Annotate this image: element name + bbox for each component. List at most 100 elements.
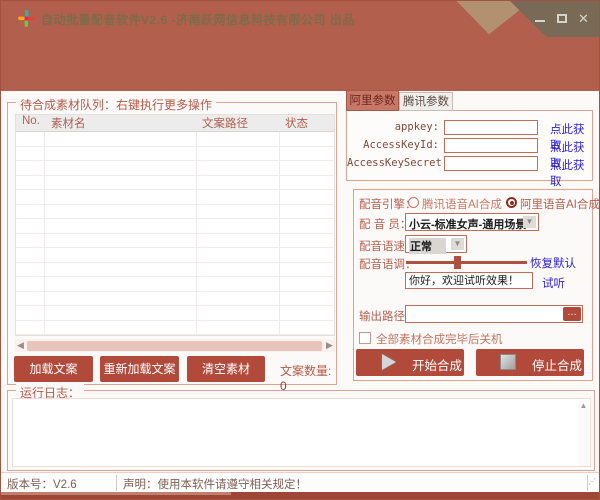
speed-select[interactable]: 正常 ▼ xyxy=(405,235,467,254)
table-row[interactable] xyxy=(16,262,334,277)
appkey-input[interactable] xyxy=(444,120,538,135)
log-scrollbar[interactable]: ▲ xyxy=(578,400,589,466)
pitch-slider-handle[interactable] xyxy=(454,256,461,269)
table-horizontal-scrollbar[interactable]: ◀ ▶ xyxy=(15,339,335,352)
start-synthesis-button[interactable]: 开始合成 xyxy=(356,349,464,376)
app-window: 自动批量配音软件V2.6 -济南跃网信息科技有限公司 出品 ✕ 待合成素材队列：… xyxy=(0,0,600,500)
material-queue-group: 待合成素材队列：右键执行更多操作 No. 素材名 文案路径 状态 ◀ ▶ 加载文… xyxy=(7,96,337,393)
table-cell xyxy=(197,233,280,247)
table-cell xyxy=(45,277,197,291)
preview-play-link[interactable]: 试听 xyxy=(542,275,565,291)
table-cell xyxy=(16,306,45,320)
tab-ali-params[interactable]: 阿里参数 xyxy=(346,90,399,111)
table-cell xyxy=(16,248,45,262)
title-bar[interactable]: 自动批量配音软件V2.6 -济南跃网信息科技有限公司 出品 ✕ xyxy=(1,1,599,91)
table-cell xyxy=(45,291,197,305)
resize-grip[interactable]: ⋰ xyxy=(588,477,597,486)
table-row[interactable] xyxy=(16,190,334,205)
table-row[interactable] xyxy=(16,248,334,263)
start-synthesis-label: 开始合成 xyxy=(412,359,463,373)
shutdown-checkbox-label[interactable]: 全部素材合成完毕后关机 xyxy=(376,331,503,347)
table-row[interactable] xyxy=(16,219,334,234)
table-cell xyxy=(280,306,334,320)
table-cell xyxy=(16,320,45,334)
table-cell xyxy=(280,248,334,262)
table-cell xyxy=(45,219,197,233)
table-cell xyxy=(45,146,197,160)
accesskeysecret-input[interactable] xyxy=(444,156,538,171)
accesskeysecret-get-link[interactable]: 点此获取 xyxy=(550,157,592,189)
table-cell xyxy=(16,233,45,247)
accesskeyid-input[interactable] xyxy=(444,138,538,153)
table-row[interactable] xyxy=(16,277,334,292)
table-row[interactable] xyxy=(16,146,334,161)
table-cell xyxy=(280,234,334,248)
pitch-reset-link[interactable]: 恢复默认 xyxy=(530,255,576,271)
scrollbar-thumb[interactable] xyxy=(27,340,322,351)
table-cell xyxy=(197,320,280,334)
stop-icon xyxy=(500,354,516,370)
table-cell xyxy=(45,262,197,276)
chevron-down-icon[interactable]: ▼ xyxy=(523,216,536,228)
table-cell xyxy=(16,219,45,233)
scroll-left-icon[interactable]: ◀ xyxy=(15,339,26,352)
scroll-right-icon[interactable]: ▶ xyxy=(324,339,335,352)
table-cell xyxy=(45,248,197,262)
status-bar: 版本号：V2.6 声明：使用本软件请遵守相关规定！ xyxy=(1,472,599,492)
table-cell xyxy=(45,161,197,175)
load-copy-button[interactable]: 加载文案 xyxy=(14,356,93,382)
table-cell xyxy=(16,175,45,189)
minimize-icon xyxy=(535,20,545,22)
table-cell xyxy=(45,175,197,189)
minimize-button[interactable] xyxy=(534,12,547,25)
notice-label: 声明：使用本软件请遵守相关规定！ xyxy=(123,479,307,491)
table-row[interactable] xyxy=(16,175,334,190)
copy-count: 文案数量: 0 xyxy=(280,362,336,393)
close-button[interactable]: ✕ xyxy=(578,12,591,25)
col-header-path: 文案路径 xyxy=(197,115,280,131)
tab-tencent-params[interactable]: 腾讯参数 xyxy=(399,92,453,111)
output-path-input[interactable]: … xyxy=(405,305,583,323)
table-row[interactable] xyxy=(16,291,334,306)
table-cell xyxy=(197,132,280,146)
reload-copy-button[interactable]: 重新加载文案 xyxy=(100,356,179,382)
speed-value: 正常 xyxy=(409,238,446,254)
table-cell xyxy=(197,190,280,204)
radio-tencent-label[interactable]: 腾讯语音AI合成 xyxy=(422,196,502,212)
radio-ali-label[interactable]: 阿里语音AI合成 xyxy=(520,196,599,212)
table-cell xyxy=(197,262,280,276)
run-log-area[interactable]: ▲ xyxy=(12,398,591,467)
chevron-down-icon[interactable]: ▼ xyxy=(451,238,464,250)
material-table[interactable]: No. 素材名 文案路径 状态 xyxy=(15,114,335,336)
table-row[interactable] xyxy=(16,233,334,248)
clear-material-button[interactable]: 清空素材 xyxy=(187,356,265,382)
table-cell xyxy=(280,190,334,204)
table-cell xyxy=(280,132,334,146)
table-row[interactable] xyxy=(16,204,334,219)
col-header-no: No. xyxy=(16,115,45,131)
table-cell xyxy=(16,262,45,276)
material-queue-group-title: 待合成素材队列：右键执行更多操作 xyxy=(16,96,217,113)
table-row[interactable] xyxy=(16,161,334,176)
speaker-select[interactable]: 小云-标准女声-通用场景 ▼ xyxy=(405,213,539,231)
accesskeysecret-label: AccessKeySecret: xyxy=(347,157,449,169)
table-row[interactable] xyxy=(16,306,334,321)
pitch-slider[interactable] xyxy=(406,256,527,269)
radio-ali-engine[interactable] xyxy=(506,197,517,208)
radio-tencent-engine[interactable] xyxy=(408,197,419,208)
table-cell xyxy=(45,190,197,204)
browse-button[interactable]: … xyxy=(563,307,581,321)
table-cell xyxy=(16,132,45,146)
stop-synthesis-button[interactable]: 停止合成 xyxy=(476,349,584,376)
table-row[interactable] xyxy=(16,132,334,147)
pitch-label: 配音语调： xyxy=(359,259,417,271)
preview-text-input[interactable]: 你好，欢迎试听效果！ xyxy=(405,272,533,289)
table-row[interactable] xyxy=(16,320,334,335)
table-cell xyxy=(280,263,334,277)
col-header-name: 素材名 xyxy=(45,115,197,131)
scroll-up-icon[interactable]: ▲ xyxy=(578,400,589,411)
window-title: 自动批量配音软件V2.6 -济南跃网信息科技有限公司 出品 xyxy=(41,13,355,27)
table-cell xyxy=(16,146,45,160)
maximize-button[interactable] xyxy=(556,12,569,25)
shutdown-checkbox[interactable] xyxy=(359,332,371,344)
